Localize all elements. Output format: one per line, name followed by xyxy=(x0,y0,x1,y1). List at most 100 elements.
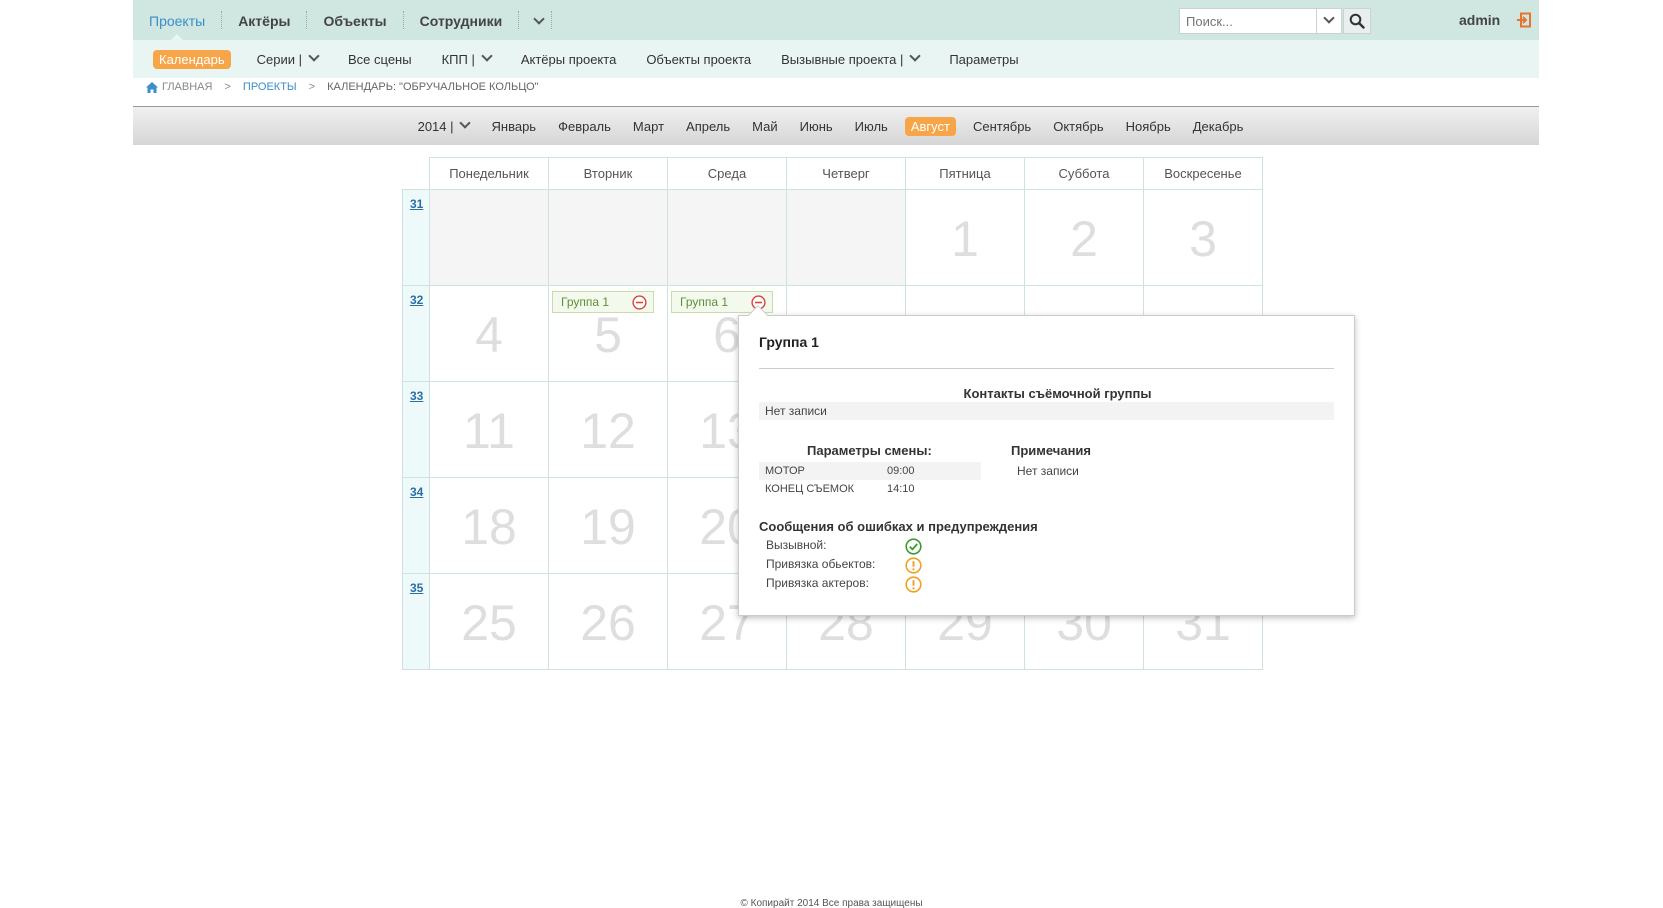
contacts-empty: Нет записи xyxy=(759,402,1334,420)
weekday-header-cell: Воскресенье xyxy=(1143,157,1263,190)
nav-separator xyxy=(551,11,553,29)
weekday-header-cell: Суббота xyxy=(1024,157,1144,190)
day-number: 19 xyxy=(580,499,636,555)
calendar-day-cell[interactable] xyxy=(429,189,549,286)
calendar-week-row: 31 1 2 3 xyxy=(402,189,1263,286)
chevron-down-icon xyxy=(909,50,921,62)
warning-circle-icon xyxy=(905,576,922,593)
subnav-series-label: Серии | xyxy=(256,51,302,67)
user-name-link[interactable]: admin xyxy=(1459,12,1500,28)
nav-projects[interactable]: Проекты xyxy=(133,0,221,40)
project-subnav: Календарь Серии | Все сцены КПП | Актёры… xyxy=(133,40,1539,78)
param-label: КОНЕЦ СЪЕМОК xyxy=(765,483,855,495)
day-number: 2 xyxy=(1070,211,1098,267)
day-number: 11 xyxy=(463,403,515,459)
month-10[interactable]: Октябрь xyxy=(1053,119,1103,134)
week-number-cell: 34 xyxy=(402,477,430,574)
week-number-link[interactable]: 33 xyxy=(410,389,423,403)
param-row: МОТОР 09:00 xyxy=(759,462,981,480)
week-number-link[interactable]: 31 xyxy=(410,197,423,211)
logout-icon[interactable] xyxy=(1516,12,1532,28)
popup-divider xyxy=(759,368,1334,369)
week-number-cell: 35 xyxy=(402,573,430,670)
search-scope-dropdown[interactable] xyxy=(1316,9,1341,33)
nav-staff[interactable]: Сотрудники xyxy=(404,0,519,40)
calendar-day-cell[interactable]: 12 xyxy=(548,381,668,478)
calendar-day-cell[interactable]: 2 xyxy=(1024,189,1144,286)
week-number-link[interactable]: 32 xyxy=(410,293,423,307)
weekday-header-cell: Понедельник xyxy=(429,157,549,190)
nav-more-dropdown[interactable] xyxy=(519,0,551,40)
calendar-day-cell[interactable]: 5 Группа 1 xyxy=(548,285,668,382)
calendar-day-cell[interactable]: 11 xyxy=(429,381,549,478)
home-icon xyxy=(146,81,158,93)
calendar-day-cell[interactable]: 19 xyxy=(548,477,668,574)
breadcrumb-current: КАЛЕНДАРЬ: "ОБРУЧАЛЬНОЕ КОЛЬЦО" xyxy=(327,81,539,93)
breadcrumb-projects[interactable]: ПРОЕКТЫ xyxy=(243,81,297,93)
subnav-params[interactable]: Параметры xyxy=(949,52,1018,67)
month-1[interactable]: Январь xyxy=(492,119,537,134)
month-4[interactable]: Апрель xyxy=(686,119,730,134)
error-row-objects: Привязка обьектов: xyxy=(766,557,876,571)
subnav-call-sheets-label: Вызывные проекта | xyxy=(781,51,904,67)
event-label: Группа 1 xyxy=(561,295,610,309)
subnav-kpp[interactable]: КПП | xyxy=(442,50,493,67)
week-number-header xyxy=(402,157,430,190)
subnav-call-sheets[interactable]: Вызывные проекта | xyxy=(781,50,921,67)
breadcrumb: ГЛАВНАЯ > ПРОЕКТЫ > КАЛЕНДАРЬ: "ОБРУЧАЛЬ… xyxy=(146,81,539,93)
month-3[interactable]: Март xyxy=(633,119,664,134)
subnav-all-scenes[interactable]: Все сцены xyxy=(348,52,412,67)
nav-actors[interactable]: Актёры xyxy=(222,0,306,40)
popup-title: Группа 1 xyxy=(759,334,819,350)
param-row: КОНЕЦ СЪЕМОК 14:10 xyxy=(759,480,981,498)
calendar-day-cell[interactable]: 25 xyxy=(429,573,549,670)
breadcrumb-home-label: ГЛАВНАЯ xyxy=(162,81,213,93)
day-number: 12 xyxy=(580,403,636,459)
year-dropdown[interactable]: 2014 | xyxy=(418,117,471,134)
weekday-header-cell: Вторник xyxy=(548,157,668,190)
calendar-day-cell[interactable]: 26 xyxy=(548,573,668,670)
breadcrumb-home[interactable]: ГЛАВНАЯ xyxy=(146,81,212,93)
month-6[interactable]: Июнь xyxy=(800,119,833,134)
nav-projects-label: Проекты xyxy=(149,13,206,29)
chevron-down-icon xyxy=(533,13,545,25)
month-2[interactable]: Февраль xyxy=(558,119,611,134)
nav-objects[interactable]: Объекты xyxy=(307,0,402,40)
month-9[interactable]: Сентябрь xyxy=(973,119,1031,134)
week-number-cell: 33 xyxy=(402,381,430,478)
errors-heading: Сообщения об ошибках и предупреждения xyxy=(759,519,1038,534)
calendar-day-cell[interactable] xyxy=(667,189,787,286)
remove-circle-icon[interactable] xyxy=(632,295,647,313)
search-input[interactable] xyxy=(1180,9,1316,33)
subnav-series[interactable]: Серии | xyxy=(256,50,320,67)
week-number-cell: 32 xyxy=(402,285,430,382)
month-8[interactable]: Август xyxy=(904,116,956,136)
day-number: 5 xyxy=(594,307,622,363)
notes-value: Нет записи xyxy=(1017,464,1079,478)
subnav-project-objects[interactable]: Объекты проекта xyxy=(646,52,751,67)
chevron-down-icon xyxy=(458,117,471,129)
weekday-header-cell: Среда xyxy=(667,157,787,190)
week-number-link[interactable]: 34 xyxy=(410,485,423,499)
day-number: 4 xyxy=(475,307,503,363)
month-11[interactable]: Ноябрь xyxy=(1126,119,1171,134)
calendar-day-cell[interactable] xyxy=(786,189,906,286)
calendar-day-cell[interactable]: 4 xyxy=(429,285,549,382)
calendar-day-cell[interactable]: 18 xyxy=(429,477,549,574)
month-5[interactable]: Май xyxy=(752,119,777,134)
week-number-link[interactable]: 35 xyxy=(410,581,423,595)
month-7[interactable]: Июль xyxy=(855,119,888,134)
calendar-day-cell[interactable] xyxy=(548,189,668,286)
calendar-day-cell[interactable]: 3 xyxy=(1143,189,1263,286)
weekday-header: Понедельник Вторник Среда Четверг Пятница Суб… xyxy=(402,157,1263,190)
search-button[interactable] xyxy=(1343,8,1371,34)
calendar-day-cell[interactable]: 1 xyxy=(905,189,1025,286)
subnav-project-actors[interactable]: Актёры проекта xyxy=(521,52,616,67)
month-12[interactable]: Декабрь xyxy=(1193,119,1244,134)
chevron-down-icon xyxy=(481,50,493,62)
calendar-event[interactable]: Группа 1 xyxy=(552,291,654,313)
month-selector-bar: 2014 | Январь Февраль Март Апрель Май Июнь Июл… xyxy=(133,106,1539,145)
day-number: 25 xyxy=(461,595,517,651)
weekday-header-cell: Четверг xyxy=(786,157,906,190)
subnav-calendar[interactable]: Календарь xyxy=(153,49,231,69)
